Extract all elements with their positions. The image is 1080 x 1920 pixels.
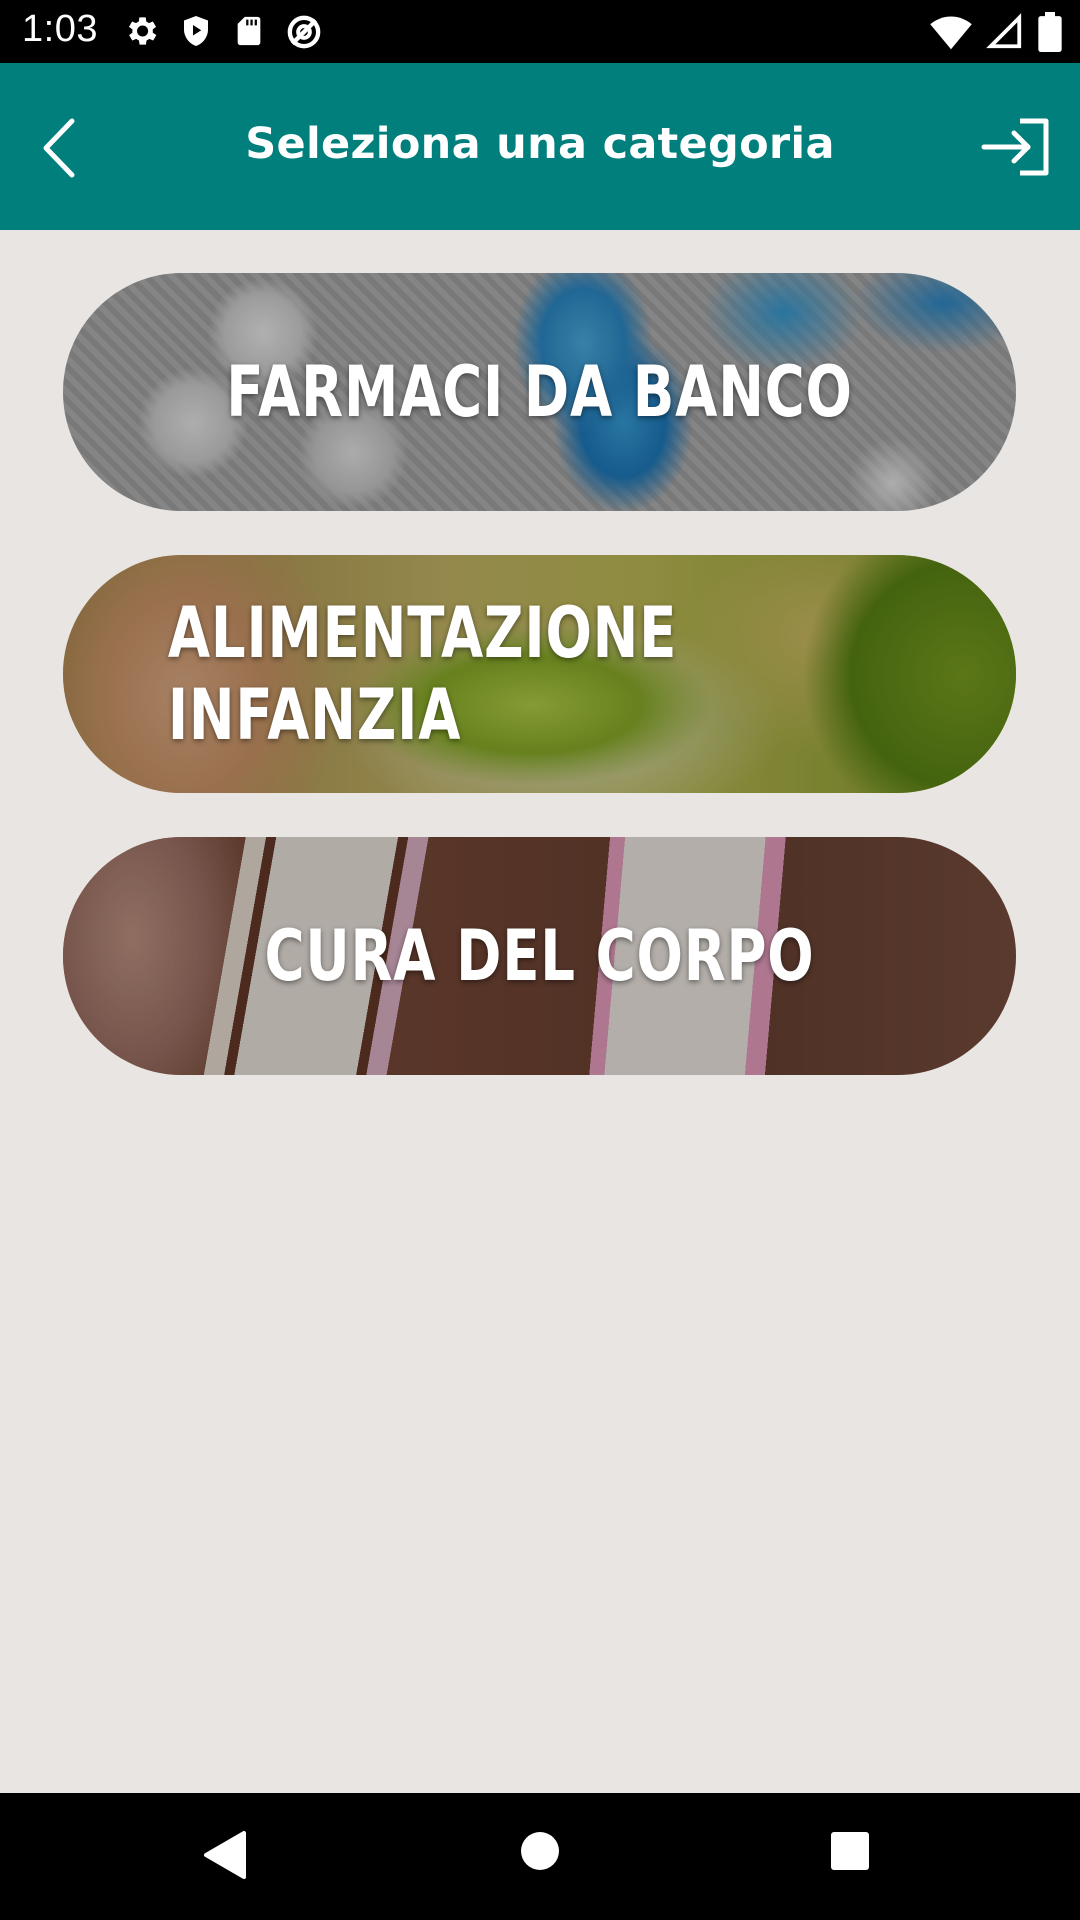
category-list: FARMACI DA BANCO ALIMENTAZIONE INFANZIA … (63, 273, 1016, 1119)
wifi-icon (930, 16, 972, 50)
no-sync-icon (287, 15, 321, 49)
category-alimentazione-infanzia[interactable]: ALIMENTAZIONE INFANZIA (63, 555, 1016, 793)
system-nav-bar (0, 1793, 1080, 1920)
signal-icon (986, 13, 1022, 49)
nav-recents-button[interactable] (830, 1831, 870, 1876)
category-cura-del-corpo[interactable]: CURA DEL CORPO (63, 837, 1016, 1075)
status-time: 1:03 (22, 8, 98, 50)
home-circle-icon (521, 1832, 559, 1870)
back-triangle-icon (204, 1831, 246, 1879)
status-icons-right (930, 12, 1062, 52)
category-label: ALIMENTAZIONE INFANZIA (167, 592, 678, 756)
login-arrow-icon (981, 118, 1049, 176)
app-bar: Seleziona una categoria (0, 63, 1080, 230)
nav-home-button[interactable] (520, 1831, 560, 1876)
category-label: FARMACI DA BANCO (226, 351, 853, 433)
nav-back-button[interactable] (200, 1829, 250, 1886)
login-button[interactable] (980, 115, 1052, 179)
recents-square-icon (831, 1832, 869, 1870)
battery-icon (1038, 12, 1062, 52)
gear-icon (128, 17, 157, 45)
status-bar: 1:03 (0, 0, 1080, 63)
category-farmaci-da-banco[interactable]: FARMACI DA BANCO (63, 273, 1016, 511)
status-icons-left (122, 12, 324, 52)
play-shield-icon (184, 16, 208, 46)
page-title: Seleziona una categoria (245, 119, 835, 169)
category-label: CURA DEL CORPO (264, 915, 815, 997)
sd-card-icon (237, 16, 261, 46)
